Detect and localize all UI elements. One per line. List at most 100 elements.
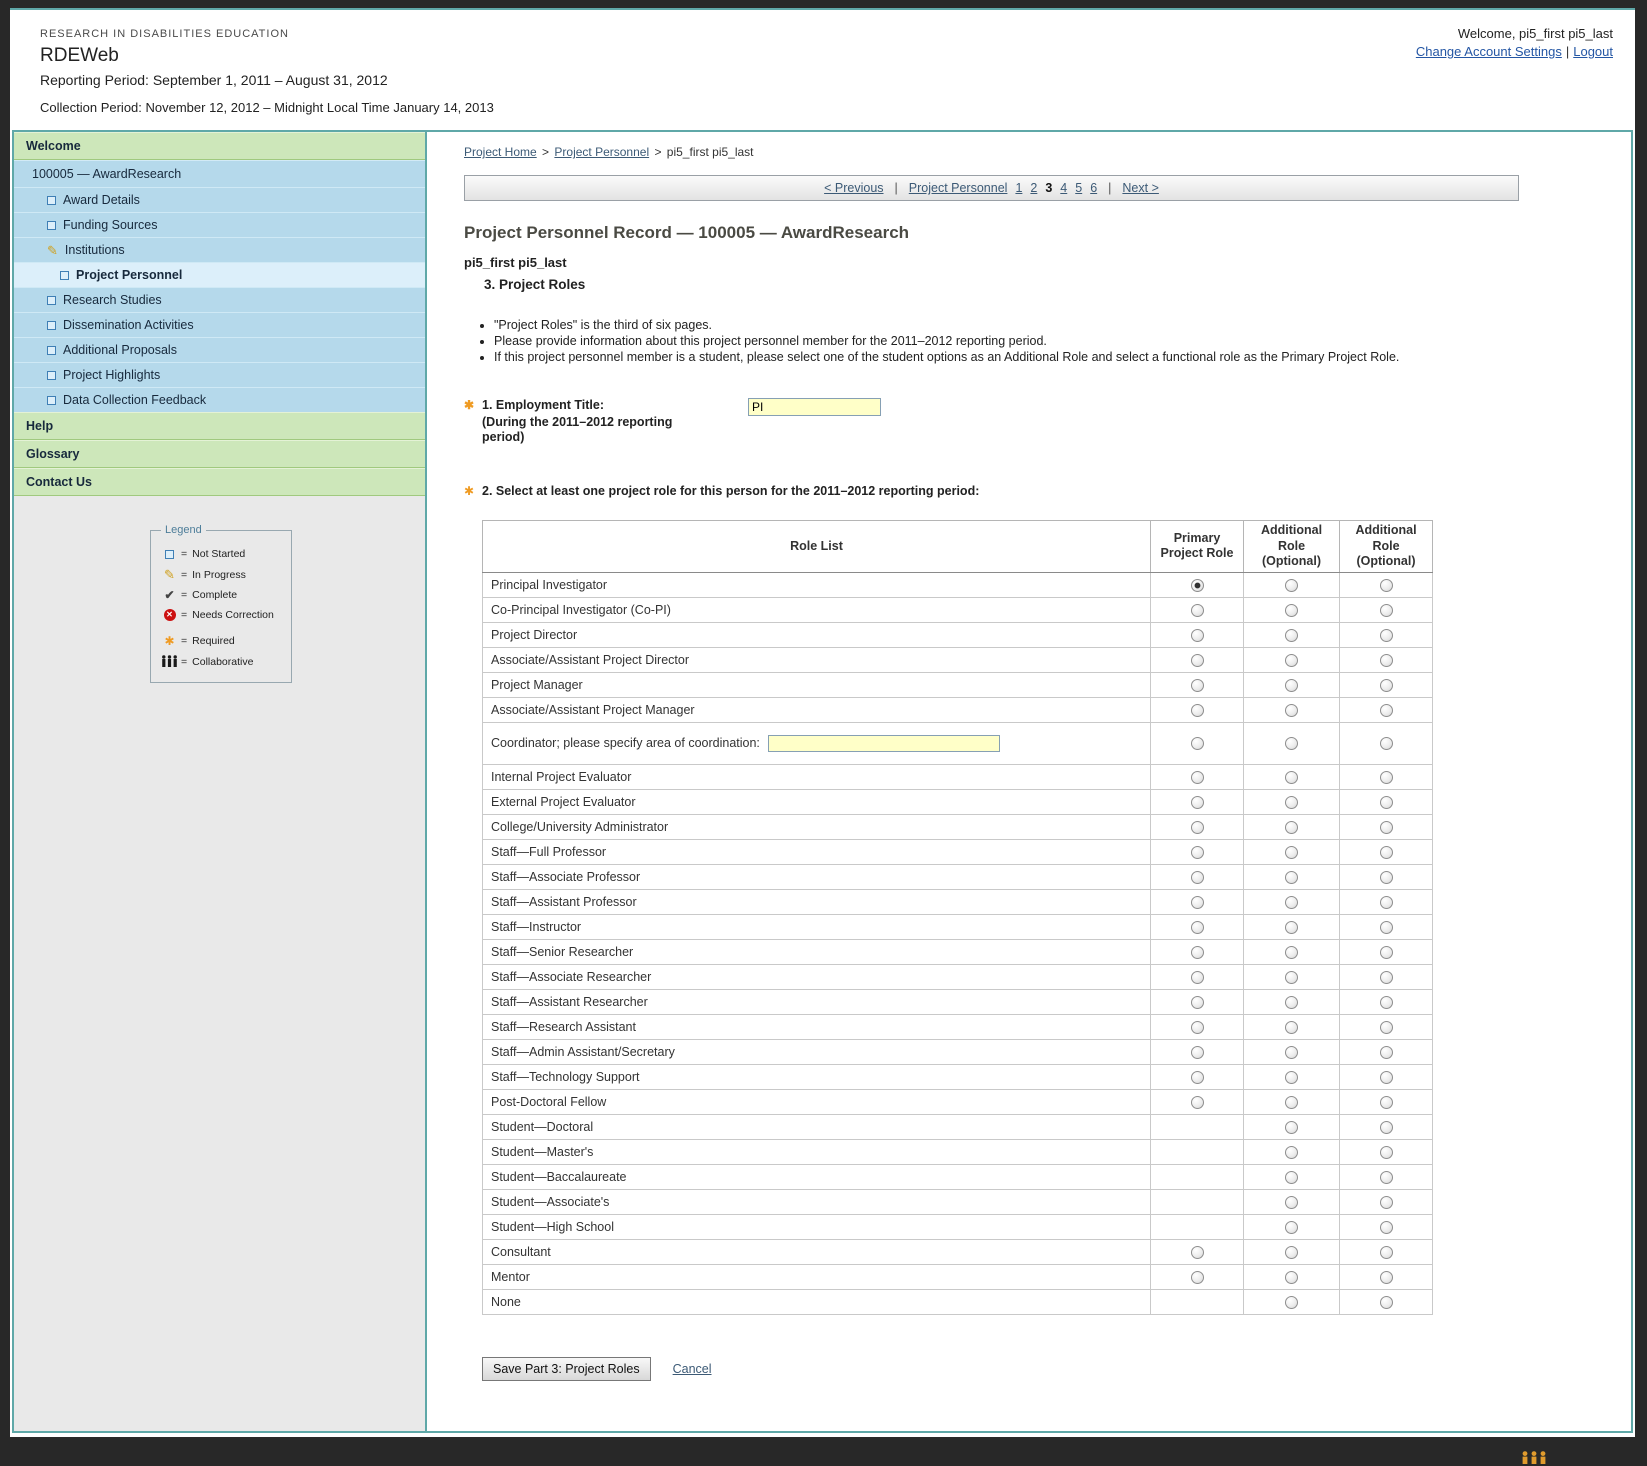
sidebar-item-additional-proposals[interactable]: Additional Proposals [14, 337, 425, 362]
additional-role-1-radio[interactable] [1285, 654, 1298, 667]
sidebar-item-contact-us[interactable]: Contact Us [14, 468, 425, 496]
pager-page-link[interactable]: 6 [1090, 181, 1097, 195]
additional-role-2-radio[interactable] [1380, 654, 1393, 667]
pager-page-link[interactable]: 2 [1030, 181, 1037, 195]
additional-role-2-radio[interactable] [1380, 1046, 1393, 1059]
additional-role-1-radio[interactable] [1285, 771, 1298, 784]
additional-role-2-radio[interactable] [1380, 921, 1393, 934]
pager-page-link[interactable]: 4 [1060, 181, 1067, 195]
sidebar-item-help[interactable]: Help [14, 412, 425, 440]
primary-role-radio[interactable] [1191, 821, 1204, 834]
primary-role-radio[interactable] [1191, 1271, 1204, 1284]
additional-role-1-radio[interactable] [1285, 704, 1298, 717]
additional-role-2-radio[interactable] [1380, 971, 1393, 984]
additional-role-1-radio[interactable] [1285, 946, 1298, 959]
additional-role-1-radio[interactable] [1285, 796, 1298, 809]
additional-role-2-radio[interactable] [1380, 679, 1393, 692]
additional-role-1-radio[interactable] [1285, 1121, 1298, 1134]
change-account-settings-link[interactable]: Change Account Settings [1416, 44, 1562, 59]
primary-role-radio[interactable] [1191, 737, 1204, 750]
sidebar-item-research-studies[interactable]: Research Studies [14, 287, 425, 312]
additional-role-1-radio[interactable] [1285, 1196, 1298, 1209]
additional-role-1-radio[interactable] [1285, 1021, 1298, 1034]
cancel-link[interactable]: Cancel [673, 1362, 712, 1376]
additional-role-1-radio[interactable] [1285, 1046, 1298, 1059]
additional-role-2-radio[interactable] [1380, 704, 1393, 717]
primary-role-radio[interactable] [1191, 771, 1204, 784]
save-button[interactable]: Save Part 3: Project Roles [482, 1357, 651, 1381]
additional-role-1-radio[interactable] [1285, 921, 1298, 934]
primary-role-radio[interactable] [1191, 1246, 1204, 1259]
logout-link[interactable]: Logout [1573, 44, 1613, 59]
primary-role-radio[interactable] [1191, 971, 1204, 984]
primary-role-radio[interactable] [1191, 1021, 1204, 1034]
sidebar-item-project-highlights[interactable]: Project Highlights [14, 362, 425, 387]
primary-role-radio[interactable] [1191, 946, 1204, 959]
next-link[interactable]: Next > [1122, 181, 1158, 195]
additional-role-2-radio[interactable] [1380, 896, 1393, 909]
additional-role-1-radio[interactable] [1285, 871, 1298, 884]
additional-role-1-radio[interactable] [1285, 1171, 1298, 1184]
additional-role-1-radio[interactable] [1285, 846, 1298, 859]
additional-role-2-radio[interactable] [1380, 1221, 1393, 1234]
additional-role-1-radio[interactable] [1285, 1146, 1298, 1159]
sidebar-item-project-personnel[interactable]: Project Personnel [14, 262, 425, 287]
additional-role-1-radio[interactable] [1285, 1221, 1298, 1234]
additional-role-1-radio[interactable] [1285, 1296, 1298, 1309]
previous-link[interactable]: < Previous [824, 181, 883, 195]
primary-role-radio[interactable] [1191, 579, 1204, 592]
project-personnel-link[interactable]: Project Personnel [909, 181, 1008, 195]
additional-role-1-radio[interactable] [1285, 971, 1298, 984]
primary-role-radio[interactable] [1191, 1096, 1204, 1109]
additional-role-1-radio[interactable] [1285, 604, 1298, 617]
additional-role-2-radio[interactable] [1380, 1296, 1393, 1309]
additional-role-1-radio[interactable] [1285, 996, 1298, 1009]
sidebar-item-institutions[interactable]: ✎Institutions [14, 237, 425, 262]
primary-role-radio[interactable] [1191, 996, 1204, 1009]
sidebar-award-item[interactable]: 100005 — AwardResearch [14, 160, 425, 187]
additional-role-1-radio[interactable] [1285, 679, 1298, 692]
primary-role-radio[interactable] [1191, 704, 1204, 717]
additional-role-2-radio[interactable] [1380, 946, 1393, 959]
additional-role-2-radio[interactable] [1380, 871, 1393, 884]
additional-role-2-radio[interactable] [1380, 1146, 1393, 1159]
primary-role-radio[interactable] [1191, 871, 1204, 884]
additional-role-1-radio[interactable] [1285, 629, 1298, 642]
additional-role-1-radio[interactable] [1285, 1271, 1298, 1284]
primary-role-radio[interactable] [1191, 921, 1204, 934]
additional-role-1-radio[interactable] [1285, 821, 1298, 834]
primary-role-radio[interactable] [1191, 629, 1204, 642]
additional-role-1-radio[interactable] [1285, 1071, 1298, 1084]
additional-role-2-radio[interactable] [1380, 1171, 1393, 1184]
additional-role-2-radio[interactable] [1380, 771, 1393, 784]
additional-role-1-radio[interactable] [1285, 1246, 1298, 1259]
additional-role-2-radio[interactable] [1380, 821, 1393, 834]
additional-role-2-radio[interactable] [1380, 737, 1393, 750]
sidebar-item-glossary[interactable]: Glossary [14, 440, 425, 468]
primary-role-radio[interactable] [1191, 796, 1204, 809]
sidebar-item-dissemination-activities[interactable]: Dissemination Activities [14, 312, 425, 337]
additional-role-2-radio[interactable] [1380, 1021, 1393, 1034]
additional-role-2-radio[interactable] [1380, 1071, 1393, 1084]
pager-page-link[interactable]: 5 [1075, 181, 1082, 195]
pager-page-link[interactable]: 1 [1015, 181, 1022, 195]
primary-role-radio[interactable] [1191, 1046, 1204, 1059]
additional-role-1-radio[interactable] [1285, 1096, 1298, 1109]
additional-role-2-radio[interactable] [1380, 1271, 1393, 1284]
employment-title-input[interactable] [748, 398, 881, 416]
breadcrumb-link[interactable]: Project Personnel [554, 145, 649, 159]
additional-role-1-radio[interactable] [1285, 737, 1298, 750]
sidebar-item-award-details[interactable]: Award Details [14, 187, 425, 212]
coordination-area-input[interactable] [768, 735, 1000, 752]
additional-role-2-radio[interactable] [1380, 604, 1393, 617]
additional-role-2-radio[interactable] [1380, 1246, 1393, 1259]
additional-role-2-radio[interactable] [1380, 996, 1393, 1009]
additional-role-1-radio[interactable] [1285, 579, 1298, 592]
sidebar-item-funding-sources[interactable]: Funding Sources [14, 212, 425, 237]
primary-role-radio[interactable] [1191, 654, 1204, 667]
primary-role-radio[interactable] [1191, 1071, 1204, 1084]
sidebar-item-data-collection-feedback[interactable]: Data Collection Feedback [14, 387, 425, 412]
primary-role-radio[interactable] [1191, 604, 1204, 617]
additional-role-2-radio[interactable] [1380, 579, 1393, 592]
additional-role-2-radio[interactable] [1380, 629, 1393, 642]
